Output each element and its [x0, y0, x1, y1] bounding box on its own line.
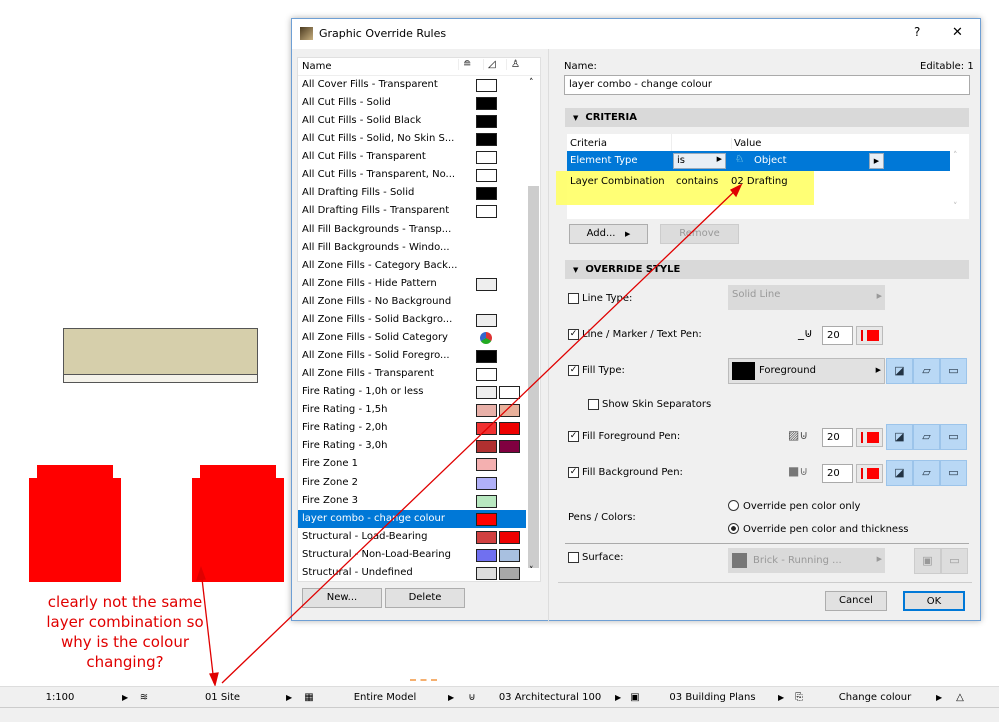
arrow-icon[interactable]: ▶ [778, 687, 784, 708]
scale-select[interactable]: 1:100 [20, 687, 100, 708]
arrow-icon[interactable]: ▶ [936, 687, 942, 708]
model-select[interactable]: Entire Model [330, 687, 440, 708]
bottom-bar [0, 708, 999, 722]
pen-set-icon: ⊍ [468, 692, 476, 703]
arrowhead [196, 566, 206, 581]
graphic-override-select[interactable]: Change colour [820, 687, 930, 708]
arrowhead [729, 183, 743, 198]
override-icon: ⎘ [795, 692, 803, 703]
model-view-icon: ▦ [304, 692, 314, 703]
arrow-to-criteria [221, 185, 741, 684]
arrow-icon[interactable]: ▶ [122, 687, 128, 708]
view-options-select[interactable]: 03 Building Plans [655, 687, 770, 708]
arrow-icon[interactable]: ▶ [615, 687, 621, 708]
renovation-icon[interactable]: △ [952, 687, 968, 708]
pen-set-select[interactable]: 03 Architectural 100 [490, 687, 610, 708]
arrow-to-object [200, 569, 215, 684]
layer-combination-select[interactable]: 01 Site [170, 687, 275, 708]
annotation-arrows [196, 183, 743, 687]
model-view-options-icon: ▣ [630, 692, 640, 703]
arrow-icon[interactable]: ▶ [286, 687, 292, 708]
layer-icon: ≋ [139, 692, 149, 703]
status-bar: 1:100 ▶ ≋ 01 Site ▶ ▦ Entire Model ▶ ⊍ 0… [0, 686, 999, 708]
arrowhead [209, 672, 219, 687]
arrow-icon[interactable]: ▶ [448, 687, 454, 708]
